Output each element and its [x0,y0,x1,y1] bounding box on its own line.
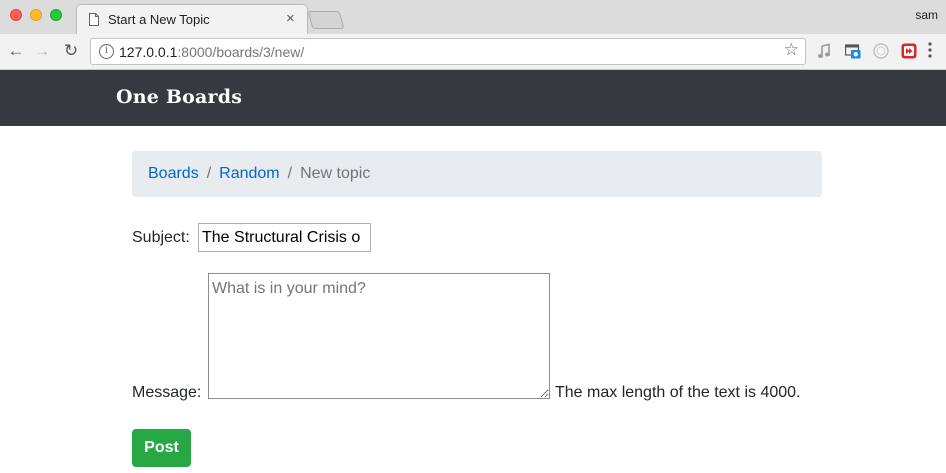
subject-input[interactable] [198,223,371,252]
document-icon [89,13,99,26]
url-text[interactable]: 127.0.0.1:8000/boards/3/new/ [119,44,304,60]
breadcrumb: Boards / Random / New topic [132,151,822,197]
browser-toolbar: ← → ↻ i 127.0.0.1:8000/boards/3/new/ ☆ [0,34,946,70]
breadcrumb-link-boards[interactable]: Boards [148,165,199,182]
message-textarea[interactable] [208,273,550,399]
subject-label: Subject: [132,229,190,246]
back-arrow-icon[interactable]: ← [5,40,27,62]
browser-tab[interactable]: Start a New Topic × [76,4,308,34]
address-bar[interactable]: i 127.0.0.1:8000/boards/3/new/ ☆ [90,38,806,65]
message-label: Message: [132,384,202,401]
minimize-window-button[interactable] [30,9,42,21]
breadcrumb-separator: / [206,165,212,182]
profile-name[interactable]: sam [915,8,938,22]
new-tab-button[interactable] [307,11,345,29]
maximize-window-button[interactable] [50,9,62,21]
more-vertical-icon[interactable] [928,42,932,58]
red-play-extension-icon[interactable] [901,43,917,59]
message-help-text: The max length of the text is 4000. [555,384,801,401]
info-icon[interactable]: i [99,44,114,59]
bookmark-star-icon[interactable]: ☆ [784,40,799,60]
circle-extension-icon[interactable] [873,43,889,59]
tab-title: Start a New Topic [108,12,210,27]
url-host: 127.0.0.1 [119,44,178,60]
post-button[interactable]: Post [132,429,191,467]
site-navbar: One Boards [0,70,946,126]
music-extension-icon[interactable] [816,43,832,59]
tab-close-icon[interactable]: × [286,10,295,28]
breadcrumb-active: New topic [300,165,371,182]
close-window-button[interactable] [10,9,22,21]
site-brand[interactable]: One Boards [116,86,242,108]
url-path: :8000/boards/3/new/ [177,44,305,60]
breadcrumb-link-random[interactable]: Random [219,165,279,182]
breadcrumb-separator: / [287,165,293,182]
reload-icon[interactable]: ↻ [60,40,82,62]
breadcrumb-items: Boards / Random / New topic [148,165,370,183]
browser-titlebar: Start a New Topic × sam [0,0,946,34]
screenshot-extension-icon[interactable] [845,43,861,59]
forward-arrow-icon[interactable]: → [31,40,53,62]
